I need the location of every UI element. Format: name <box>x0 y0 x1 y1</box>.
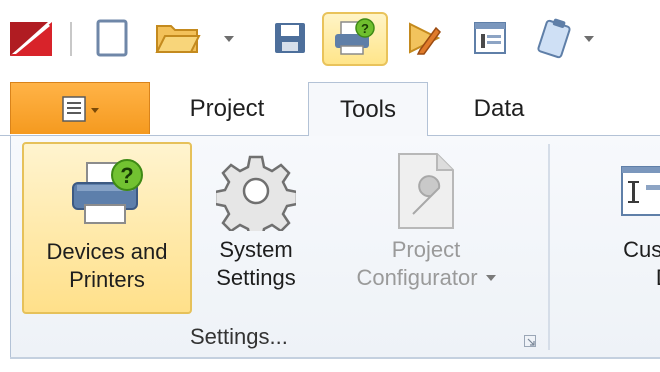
project-configurator-button[interactable]: Project Configurator <box>326 142 526 314</box>
button-label: Devices and <box>46 239 168 264</box>
button-label: Configurator <box>356 265 478 290</box>
gear-icon <box>211 146 301 236</box>
chevron-down-icon <box>485 275 496 281</box>
group-label-settings: Settings... <box>190 324 288 349</box>
button-label: Project <box>391 237 461 262</box>
custom-design-clip: Custom Desig <box>560 142 660 314</box>
open-folder-icon[interactable] <box>154 18 202 58</box>
chevron-down-icon <box>91 108 99 113</box>
button-label: Custom <box>623 237 660 262</box>
devices-and-printers-button[interactable]: ? Devices and Printers <box>22 142 192 314</box>
button-label: Printers <box>69 267 145 292</box>
group-separator <box>548 144 550 350</box>
form-designer-icon <box>560 146 660 236</box>
ribbon-tab-strip: Project Tools Data <box>0 76 660 137</box>
toolbar-separator <box>70 22 72 56</box>
editor-icon[interactable] <box>470 18 510 58</box>
dropdown-arrow-icon[interactable] <box>582 34 596 44</box>
printer-help-icon: ? <box>332 16 378 60</box>
tab-label: Project <box>189 95 265 122</box>
quick-access-toolbar: ? <box>0 0 660 72</box>
button-label: System <box>219 237 293 262</box>
application-menu-button[interactable] <box>10 82 150 134</box>
tab-label: Tools <box>339 95 397 123</box>
svg-text:?: ? <box>361 21 369 36</box>
save-icon[interactable] <box>270 18 310 58</box>
button-label: Settings <box>216 265 296 290</box>
document-wrench-icon <box>381 146 471 236</box>
button-label: Desig <box>560 264 660 292</box>
app-menu-icon <box>62 95 86 122</box>
custom-design-button[interactable]: Custom Desig <box>560 142 660 314</box>
clipboard-icon[interactable] <box>534 16 578 60</box>
tab-label: Data <box>473 95 525 122</box>
printer-help-icon: ? <box>62 148 152 238</box>
tab-project[interactable]: Project <box>168 82 286 136</box>
app-logo-icon[interactable] <box>8 18 54 58</box>
system-settings-button[interactable]: System Settings <box>196 142 316 314</box>
tab-tools[interactable]: Tools <box>308 82 428 137</box>
pencil-ruler-icon[interactable] <box>404 18 444 58</box>
dropdown-arrow-icon[interactable] <box>222 34 236 44</box>
tab-data[interactable]: Data <box>444 82 554 136</box>
ribbon-bottom-border <box>10 357 660 359</box>
new-document-icon[interactable] <box>92 18 132 58</box>
dialog-launcher-icon[interactable] <box>524 334 536 347</box>
svg-text:?: ? <box>120 163 133 188</box>
